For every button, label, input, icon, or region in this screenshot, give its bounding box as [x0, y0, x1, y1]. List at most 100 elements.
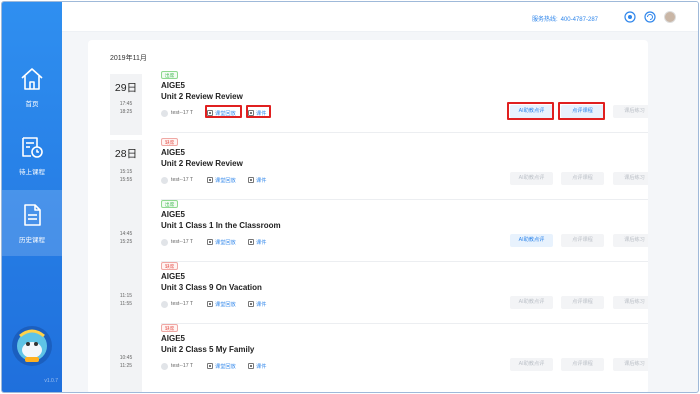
lesson-title: Unit 2 Review Review — [161, 92, 243, 101]
replay-link[interactable]: 课堂回放 — [207, 176, 236, 184]
time-end: 15:25 — [119, 239, 133, 245]
courseware-link[interactable]: 课件 — [248, 109, 266, 117]
refresh-icon[interactable] — [644, 11, 656, 23]
attendance-badge: 缺席 — [161, 262, 179, 270]
replay-link[interactable]: 课堂回放 — [207, 238, 236, 246]
courseware-label: 课件 — [256, 110, 267, 117]
ai-review-button[interactable]: AI助教点评 — [510, 234, 553, 247]
lesson-title: Unit 1 Class 1 In the Classroom — [161, 221, 281, 230]
attendance-badge: 缺席 — [161, 324, 179, 332]
hotline-number: 400-4787-287 — [560, 17, 598, 23]
course-review-button[interactable]: 点评课程 — [561, 296, 604, 309]
course-code: AIGE5 — [161, 334, 186, 343]
teacher-name: test--17 T — [171, 177, 194, 183]
attendance-badge: 出席 — [161, 200, 179, 208]
courseware-icon — [248, 177, 254, 183]
teacher-info: test--17 T — [161, 362, 193, 370]
teacher-info: test--17 T — [161, 109, 193, 117]
replay-label: 课堂回放 — [215, 363, 236, 370]
course-code: AIGE5 — [161, 210, 186, 219]
courseware-icon — [248, 110, 254, 116]
courseware-icon — [248, 363, 254, 369]
sidebar-item-home[interactable]: 首页 — [2, 54, 62, 120]
course-review-button[interactable]: 点评课程 — [561, 105, 604, 118]
course-code: AIGE5 — [161, 81, 186, 90]
home-icon — [21, 68, 43, 90]
teacher-name: test--17 T — [171, 239, 194, 245]
replay-link[interactable]: 课堂回放 — [207, 109, 236, 117]
ai-review-button[interactable]: AI助教点评 — [510, 172, 553, 185]
date-column: 28日 15:15 15:55 14:45 15:25 11:15 11:55 … — [110, 140, 142, 392]
date-day: 29日 — [114, 82, 138, 94]
course-review-button[interactable]: 点评课程 — [561, 358, 604, 371]
course-review-button[interactable]: 点评课程 — [561, 234, 604, 247]
teacher-avatar — [161, 176, 168, 184]
time-start: 14:45 — [119, 231, 133, 237]
lesson-row: 缺席 AIGE5 Unit 2 Class 5 My Family test--17 … — [161, 324, 648, 386]
date-day: 28日 — [114, 148, 138, 160]
course-code: AIGE5 — [161, 148, 186, 157]
month-header: 2019年11月 — [110, 55, 147, 62]
play-icon — [207, 239, 213, 245]
lesson-row: 出席 AIGE5 Unit 2 Review Review test--17 T 课堂回… — [161, 71, 648, 133]
homework-button[interactable]: 课后练习 — [613, 296, 648, 309]
teacher-name: test--17 T — [171, 301, 194, 307]
courseware-label: 课件 — [256, 363, 267, 370]
time-end: 11:25 — [119, 363, 133, 369]
time-end: 15:55 — [119, 177, 133, 183]
replay-link[interactable]: 课堂回放 — [207, 300, 236, 308]
course-review-button[interactable]: 点评课程 — [561, 172, 604, 185]
ai-review-button[interactable]: AI助教点评 — [510, 358, 553, 371]
ai-review-button[interactable]: AI助教点评 — [510, 105, 553, 118]
time-start: 15:15 — [119, 169, 133, 175]
teacher-name: test--17 T — [171, 110, 194, 116]
teacher-avatar — [161, 300, 168, 308]
courseware-label: 课件 — [256, 301, 267, 308]
time-end: 18:25 — [119, 109, 133, 115]
settings-icon[interactable] — [624, 11, 636, 23]
app-version: v1.0.7 — [44, 378, 58, 384]
courseware-link[interactable]: 课件 — [248, 176, 266, 184]
lesson-title: Unit 2 Class 5 My Family — [161, 345, 255, 354]
teacher-avatar — [161, 238, 168, 246]
play-icon — [207, 363, 213, 369]
mascot-avatar — [12, 326, 52, 366]
replay-label: 课堂回放 — [215, 177, 236, 184]
service-hotline: 服务热线: 400-4787-287 — [532, 14, 598, 23]
homework-button[interactable]: 课后练习 — [613, 105, 648, 118]
teacher-info: test--17 T — [161, 176, 193, 184]
courseware-icon — [248, 239, 254, 245]
teacher-info: test--17 T — [161, 238, 193, 246]
sidebar-item-history[interactable]: 历史课程 — [2, 190, 62, 256]
user-avatar[interactable] — [664, 11, 676, 23]
homework-button[interactable]: 课后练习 — [613, 358, 648, 371]
replay-label: 课堂回放 — [215, 239, 236, 246]
sidebar: 首页 待上课程 历史课程 v1.0.7 — [2, 2, 62, 392]
homework-button[interactable]: 课后练习 — [613, 172, 648, 185]
attendance-badge: 缺席 — [161, 138, 179, 146]
homework-button[interactable]: 课后练习 — [613, 234, 648, 247]
ai-review-button[interactable]: AI助教点评 — [510, 296, 553, 309]
replay-label: 课堂回放 — [215, 301, 236, 308]
time-end: 11:55 — [119, 301, 133, 307]
courseware-link[interactable]: 课件 — [248, 238, 266, 246]
teacher-name: test--17 T — [171, 363, 194, 369]
lesson-row: 缺席 AIGE5 Unit 3 Class 9 On Vacation test--1… — [161, 262, 648, 324]
top-bar: 服务热线: 400-4787-287 — [62, 2, 698, 32]
lesson-title: Unit 3 Class 9 On Vacation — [161, 283, 262, 292]
calendar-icon — [22, 137, 43, 158]
courseware-link[interactable]: 课件 — [248, 300, 266, 308]
sidebar-item-label: 历史课程 — [19, 237, 45, 244]
lesson-row: 出席 AIGE5 Unit 1 Class 1 In the Classroom te… — [161, 200, 648, 262]
time-start: 10:45 — [119, 355, 133, 361]
courseware-label: 课件 — [256, 239, 267, 246]
courseware-link[interactable]: 课件 — [248, 362, 266, 370]
sidebar-item-upcoming[interactable]: 待上课程 — [2, 122, 62, 188]
date-column: 29日 17:45 18:25 — [110, 74, 142, 135]
replay-label: 课堂回放 — [215, 110, 236, 117]
time-start: 11:15 — [119, 293, 133, 299]
lesson-row: 缺席 AIGE5 Unit 2 Review Review test--17 T 课堂回… — [161, 138, 648, 200]
replay-link[interactable]: 课堂回放 — [207, 362, 236, 370]
lesson-title: Unit 2 Review Review — [161, 159, 243, 168]
play-icon — [207, 177, 213, 183]
